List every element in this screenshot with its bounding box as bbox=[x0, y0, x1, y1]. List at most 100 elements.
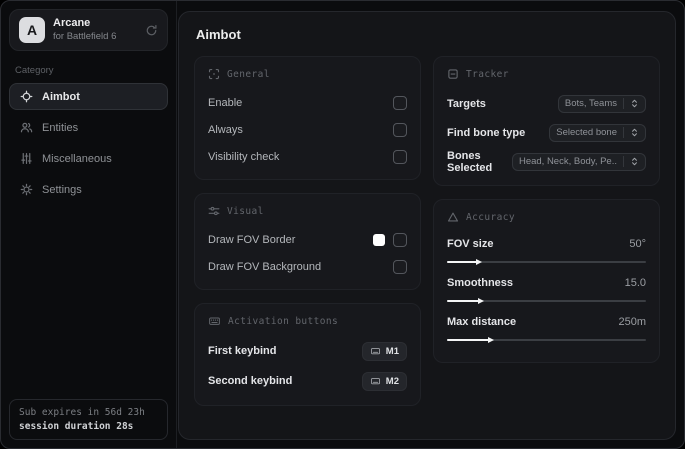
right-column: Tracker Targets Bots, Teams Find bone ty… bbox=[433, 56, 660, 419]
keyboard-icon bbox=[208, 315, 221, 327]
second-keybind-button[interactable]: M2 bbox=[361, 371, 407, 391]
chevron-up-down-icon bbox=[630, 98, 639, 109]
targets-select[interactable]: Bots, Teams bbox=[557, 94, 646, 113]
bones-selected-select[interactable]: Head, Neck, Body, Pe.. bbox=[511, 152, 646, 171]
smoothness-value: 15.0 bbox=[624, 277, 646, 289]
sidebar-item-label: Miscellaneous bbox=[42, 152, 112, 165]
section-title: Accuracy bbox=[466, 211, 515, 223]
sidebar: A Arcane for Battlefield 6 Category Aimb… bbox=[1, 1, 177, 448]
max-distance-value: 250m bbox=[618, 316, 646, 328]
users-icon bbox=[20, 121, 33, 134]
app-window: A Arcane for Battlefield 6 Category Aimb… bbox=[0, 0, 685, 449]
select-value: Head, Neck, Body, Pe.. bbox=[518, 156, 617, 167]
setting-label: Find bone type bbox=[447, 126, 526, 139]
setting-row-visibility-check: Visibility check bbox=[208, 145, 407, 168]
setting-label: First keybind bbox=[208, 345, 277, 357]
setting-label: Smoothness bbox=[447, 277, 514, 289]
visual-card: Visual Draw FOV Border Draw FOV Backgrou… bbox=[194, 193, 421, 290]
page-title: Aimbot bbox=[196, 27, 241, 42]
sidebar-item-entities[interactable]: Entities bbox=[9, 114, 168, 141]
select-value: Bots, Teams bbox=[564, 98, 617, 109]
refresh-icon[interactable] bbox=[145, 24, 158, 37]
keybind-value: M2 bbox=[385, 375, 399, 387]
setting-label: Always bbox=[208, 123, 243, 136]
section-title: Visual bbox=[227, 205, 264, 217]
keybind-value: M1 bbox=[385, 345, 399, 357]
left-column: General Enable Always Visibility check V… bbox=[194, 56, 421, 419]
brand-card: A Arcane for Battlefield 6 bbox=[9, 9, 168, 51]
setting-label: Max distance bbox=[447, 316, 517, 328]
fov-size-group: FOV size 50° bbox=[447, 234, 646, 265]
triangle-icon bbox=[447, 211, 459, 223]
crosshair-icon bbox=[20, 90, 33, 103]
chevron-up-down-icon bbox=[630, 156, 639, 167]
accuracy-card: Accuracy FOV size 50° Smoothness 15.0 Ma… bbox=[433, 199, 660, 363]
sidebar-item-settings[interactable]: Settings bbox=[9, 176, 168, 203]
setting-label: Visibility check bbox=[208, 150, 280, 163]
setting-label: Bones Selected bbox=[447, 149, 493, 174]
fov-size-value: 50° bbox=[629, 238, 646, 250]
sidebar-item-label: Entities bbox=[42, 121, 79, 134]
setting-label: FOV size bbox=[447, 238, 494, 250]
setting-row-draw-fov-background: Draw FOV Background bbox=[208, 255, 407, 278]
setting-row-enable: Enable bbox=[208, 91, 407, 114]
slider-fill bbox=[447, 297, 484, 304]
select-value: Selected bone bbox=[556, 127, 617, 138]
setting-row-always: Always bbox=[208, 118, 407, 141]
scan-icon bbox=[208, 68, 220, 80]
always-checkbox[interactable] bbox=[393, 122, 407, 137]
sidebar-item-miscellaneous[interactable]: Miscellaneous bbox=[9, 145, 168, 172]
draw-fov-border-checkbox[interactable] bbox=[393, 232, 407, 247]
smoothness-slider[interactable] bbox=[447, 297, 646, 304]
general-card: General Enable Always Visibility check bbox=[194, 56, 421, 180]
setting-row-targets: Targets Bots, Teams bbox=[447, 91, 646, 116]
setting-label: Second keybind bbox=[208, 375, 293, 387]
chevron-up-down-icon bbox=[630, 127, 639, 138]
setting-row-bones-selected: Bones Selected Head, Neck, Body, Pe.. bbox=[447, 149, 646, 174]
box-minus-icon bbox=[447, 68, 459, 80]
max-distance-group: Max distance 250m bbox=[447, 312, 646, 343]
setting-label: Draw FOV Background bbox=[208, 260, 322, 273]
divider bbox=[623, 156, 624, 167]
fov-border-color-swatch[interactable] bbox=[373, 233, 385, 246]
adjust-icon bbox=[208, 205, 220, 217]
enable-checkbox[interactable] bbox=[393, 95, 407, 110]
keyboard-icon bbox=[370, 346, 381, 356]
setting-row-first-keybind: First keybind M1 bbox=[208, 338, 407, 364]
section-title: Tracker bbox=[466, 68, 509, 80]
app-logo: A bbox=[19, 17, 45, 43]
brand-text: Arcane for Battlefield 6 bbox=[53, 17, 137, 43]
mixer-sliders-icon bbox=[20, 152, 33, 165]
setting-row-second-keybind: Second keybind M2 bbox=[208, 368, 407, 394]
setting-label: Targets bbox=[447, 97, 486, 110]
app-name: Arcane bbox=[53, 17, 91, 30]
fov-size-slider[interactable] bbox=[447, 258, 646, 265]
divider bbox=[623, 127, 624, 138]
category-label: Category bbox=[15, 65, 54, 76]
setting-row-find-bone-type: Find bone type Selected bone bbox=[447, 120, 646, 145]
gear-icon bbox=[20, 183, 33, 196]
main-area: Aimbot General Enable Always Visibility … bbox=[177, 1, 684, 448]
smoothness-group: Smoothness 15.0 bbox=[447, 273, 646, 304]
draw-fov-background-checkbox[interactable] bbox=[393, 259, 407, 274]
section-title: Activation buttons bbox=[228, 315, 339, 327]
session-duration-text: session duration 28s bbox=[19, 421, 134, 432]
setting-row-draw-fov-border: Draw FOV Border bbox=[208, 228, 407, 251]
slider-fill bbox=[447, 336, 494, 343]
sidebar-item-aimbot[interactable]: Aimbot bbox=[9, 83, 168, 110]
divider bbox=[623, 98, 624, 109]
sidebar-item-label: Settings bbox=[42, 183, 82, 196]
sidebar-item-label: Aimbot bbox=[42, 90, 80, 103]
setting-label: Enable bbox=[208, 96, 243, 109]
aimbot-panel: Aimbot General Enable Always Visibility … bbox=[178, 11, 676, 440]
find-bone-type-select[interactable]: Selected bone bbox=[549, 123, 646, 142]
section-title: General bbox=[227, 68, 270, 80]
slider-fill bbox=[447, 258, 482, 265]
app-subtitle: for Battlefield 6 bbox=[53, 30, 117, 42]
subscription-card: Sub expires in 56d 23h session duration … bbox=[9, 399, 168, 440]
first-keybind-button[interactable]: M1 bbox=[361, 341, 407, 361]
max-distance-slider[interactable] bbox=[447, 336, 646, 343]
tracker-card: Tracker Targets Bots, Teams Find bone ty… bbox=[433, 56, 660, 186]
visibility-check-checkbox[interactable] bbox=[393, 149, 407, 164]
keyboard-icon bbox=[370, 376, 381, 386]
